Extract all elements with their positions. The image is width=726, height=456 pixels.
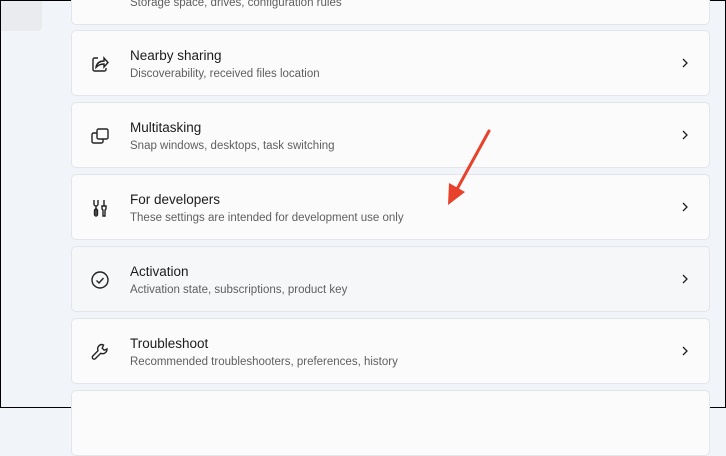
sidebar-selected-item[interactable] — [1, 1, 42, 31]
chevron-right-icon — [682, 346, 688, 356]
card-title: Nearby sharing — [130, 48, 222, 63]
card-subtitle: Discoverability, received files location — [130, 68, 320, 80]
card-subtitle: Storage space, drives, configuration rul… — [130, 0, 342, 9]
developer-tools-icon — [93, 200, 107, 217]
chevron-right-icon — [682, 58, 688, 68]
settings-card-activation[interactable]: Activation Activation state, subscriptio… — [71, 246, 710, 312]
card-subtitle: Activation state, subscriptions, product… — [130, 284, 348, 296]
card-title: Activation — [130, 264, 189, 279]
chevron-right-icon — [682, 130, 688, 140]
card-title: Troubleshoot — [130, 336, 209, 351]
chevron-right-icon — [682, 202, 688, 212]
card-title: For developers — [130, 192, 221, 207]
card-subtitle: These settings are intended for developm… — [130, 212, 404, 224]
settings-card-nearby-sharing[interactable]: Nearby sharing Discoverability, received… — [71, 30, 710, 96]
settings-card-troubleshoot[interactable]: Troubleshoot Recommended troubleshooters… — [71, 318, 710, 384]
wrench-icon — [91, 343, 108, 360]
card-subtitle: Recommended troubleshooters, preferences… — [130, 356, 398, 368]
settings-card-for-developers[interactable]: For developers These settings are intend… — [71, 174, 710, 240]
settings-card-next[interactable] — [71, 390, 710, 456]
multitasking-icon — [91, 128, 109, 144]
chevron-right-icon — [682, 274, 688, 284]
settings-card-multitasking[interactable]: Multitasking Snap windows, desktops, tas… — [71, 102, 710, 168]
checkmark-circle-icon — [91, 271, 109, 289]
share-icon — [92, 56, 109, 72]
card-title: Multitasking — [130, 120, 202, 135]
card-subtitle: Snap windows, desktops, task switching — [130, 140, 335, 152]
settings-card-storage[interactable]: Storage space, drives, configuration rul… — [71, 0, 710, 25]
